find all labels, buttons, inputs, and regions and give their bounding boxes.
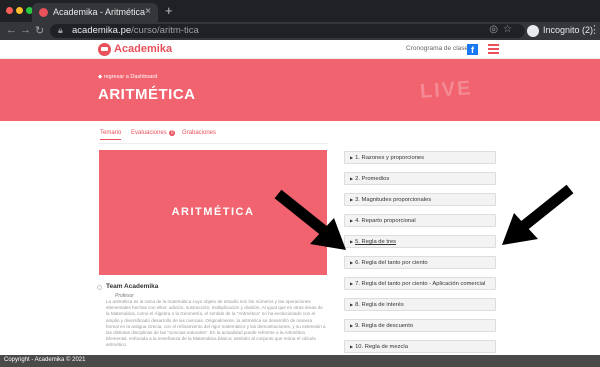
cronograma-link[interactable]: Cronograma de clases — [406, 45, 471, 52]
topic-item[interactable]: ▶ 1. Razones y proporciones — [344, 151, 496, 164]
annotation-arrow-right — [502, 184, 574, 245]
new-tab-button[interactable]: + — [165, 3, 173, 18]
topic-item[interactable]: ▶ 3. Magnitudes proporcionales — [344, 193, 496, 206]
browser-tab-active[interactable]: Academika - Aritmética × — [32, 3, 158, 22]
logo-text[interactable]: Academika — [114, 43, 172, 55]
tab-evaluaciones[interactable]: Evaluaciones 0 — [131, 130, 176, 136]
browser-tabbar: Academika - Aritmética × + — [0, 0, 600, 22]
tab-title: Academika - Aritmética — [53, 7, 146, 17]
topic-item[interactable]: ▶ 6. Regla del tanto por ciento — [344, 256, 496, 269]
author-name: Team Academika — [106, 283, 159, 290]
course-banner: LIVE ◆ regresar a Dashboard ARITMÉTICA — [0, 59, 600, 121]
topic-item[interactable]: ▶ 7. Regla del tanto por ciento - Aplicac… — [344, 277, 496, 290]
author-avatar — [97, 285, 102, 290]
topic-item[interactable]: ▶ 8. Regla de interés — [344, 298, 496, 311]
topic-item[interactable]: ▶ 9. Regla de descuento — [344, 319, 496, 332]
url-text[interactable]: academika.pe/curso/aritm-tica — [72, 25, 199, 36]
address-bar[interactable]: 🔒︎ academika.pe/curso/aritm-tica ◎☆ — [50, 24, 525, 38]
close-window-button[interactable] — [6, 7, 13, 14]
omnibox-actions: ◎☆ — [489, 24, 517, 35]
profile-label[interactable]: Incognito (2) — [543, 25, 593, 35]
evaluaciones-count-badge: 0 — [168, 130, 176, 136]
tab-grabaciones[interactable]: Grabaciones — [182, 130, 216, 136]
browser-toolbar: ← → ↻ 🔒︎ academika.pe/curso/aritm-tica ◎… — [0, 22, 600, 40]
tab-temario[interactable]: Temario — [100, 130, 122, 140]
topic-item[interactable]: ▶ 4. Reparto proporcional — [344, 214, 496, 227]
minimize-window-button[interactable] — [16, 7, 23, 14]
copyright-text: Copyright - Academika © 2021 — [4, 357, 86, 363]
annotation-arrow-left — [274, 189, 346, 250]
tab-close-icon[interactable]: × — [145, 6, 151, 17]
tabs-divider — [98, 143, 328, 144]
eye-off-icon[interactable]: ◎ — [489, 24, 503, 35]
course-description: La aritmética es la rama de la matemátic… — [106, 299, 326, 348]
hamburger-menu-icon[interactable] — [488, 44, 499, 54]
topic-item[interactable]: ▶ 10. Regla de mezcla — [344, 340, 496, 353]
facebook-icon[interactable]: f — [467, 44, 478, 55]
lock-icon[interactable]: 🔒︎ — [58, 25, 63, 36]
reload-button[interactable]: ↻ — [35, 24, 44, 37]
incognito-avatar-icon[interactable] — [527, 25, 539, 37]
browser-menu-icon[interactable]: ⋮ — [589, 23, 600, 36]
academika-logo-icon[interactable] — [98, 43, 111, 56]
site-footer: Copyright - Academika © 2021 — [0, 355, 600, 367]
page-title: ARITMÉTICA — [98, 86, 196, 103]
academika-favicon-icon — [39, 8, 48, 17]
back-button[interactable]: ← — [6, 24, 17, 36]
site-header: Academika Cronograma de clases f — [0, 40, 600, 59]
topic-item[interactable]: ▶ 2. Promedios — [344, 172, 496, 185]
star-icon[interactable]: ☆ — [503, 24, 517, 35]
banner-decoration: LIVE — [419, 77, 474, 103]
topic-item[interactable]: ▶ 5. Regla de tres — [344, 235, 496, 248]
back-to-dashboard-link[interactable]: ◆ regresar a Dashboard — [98, 74, 157, 80]
forward-button[interactable]: → — [20, 24, 31, 36]
